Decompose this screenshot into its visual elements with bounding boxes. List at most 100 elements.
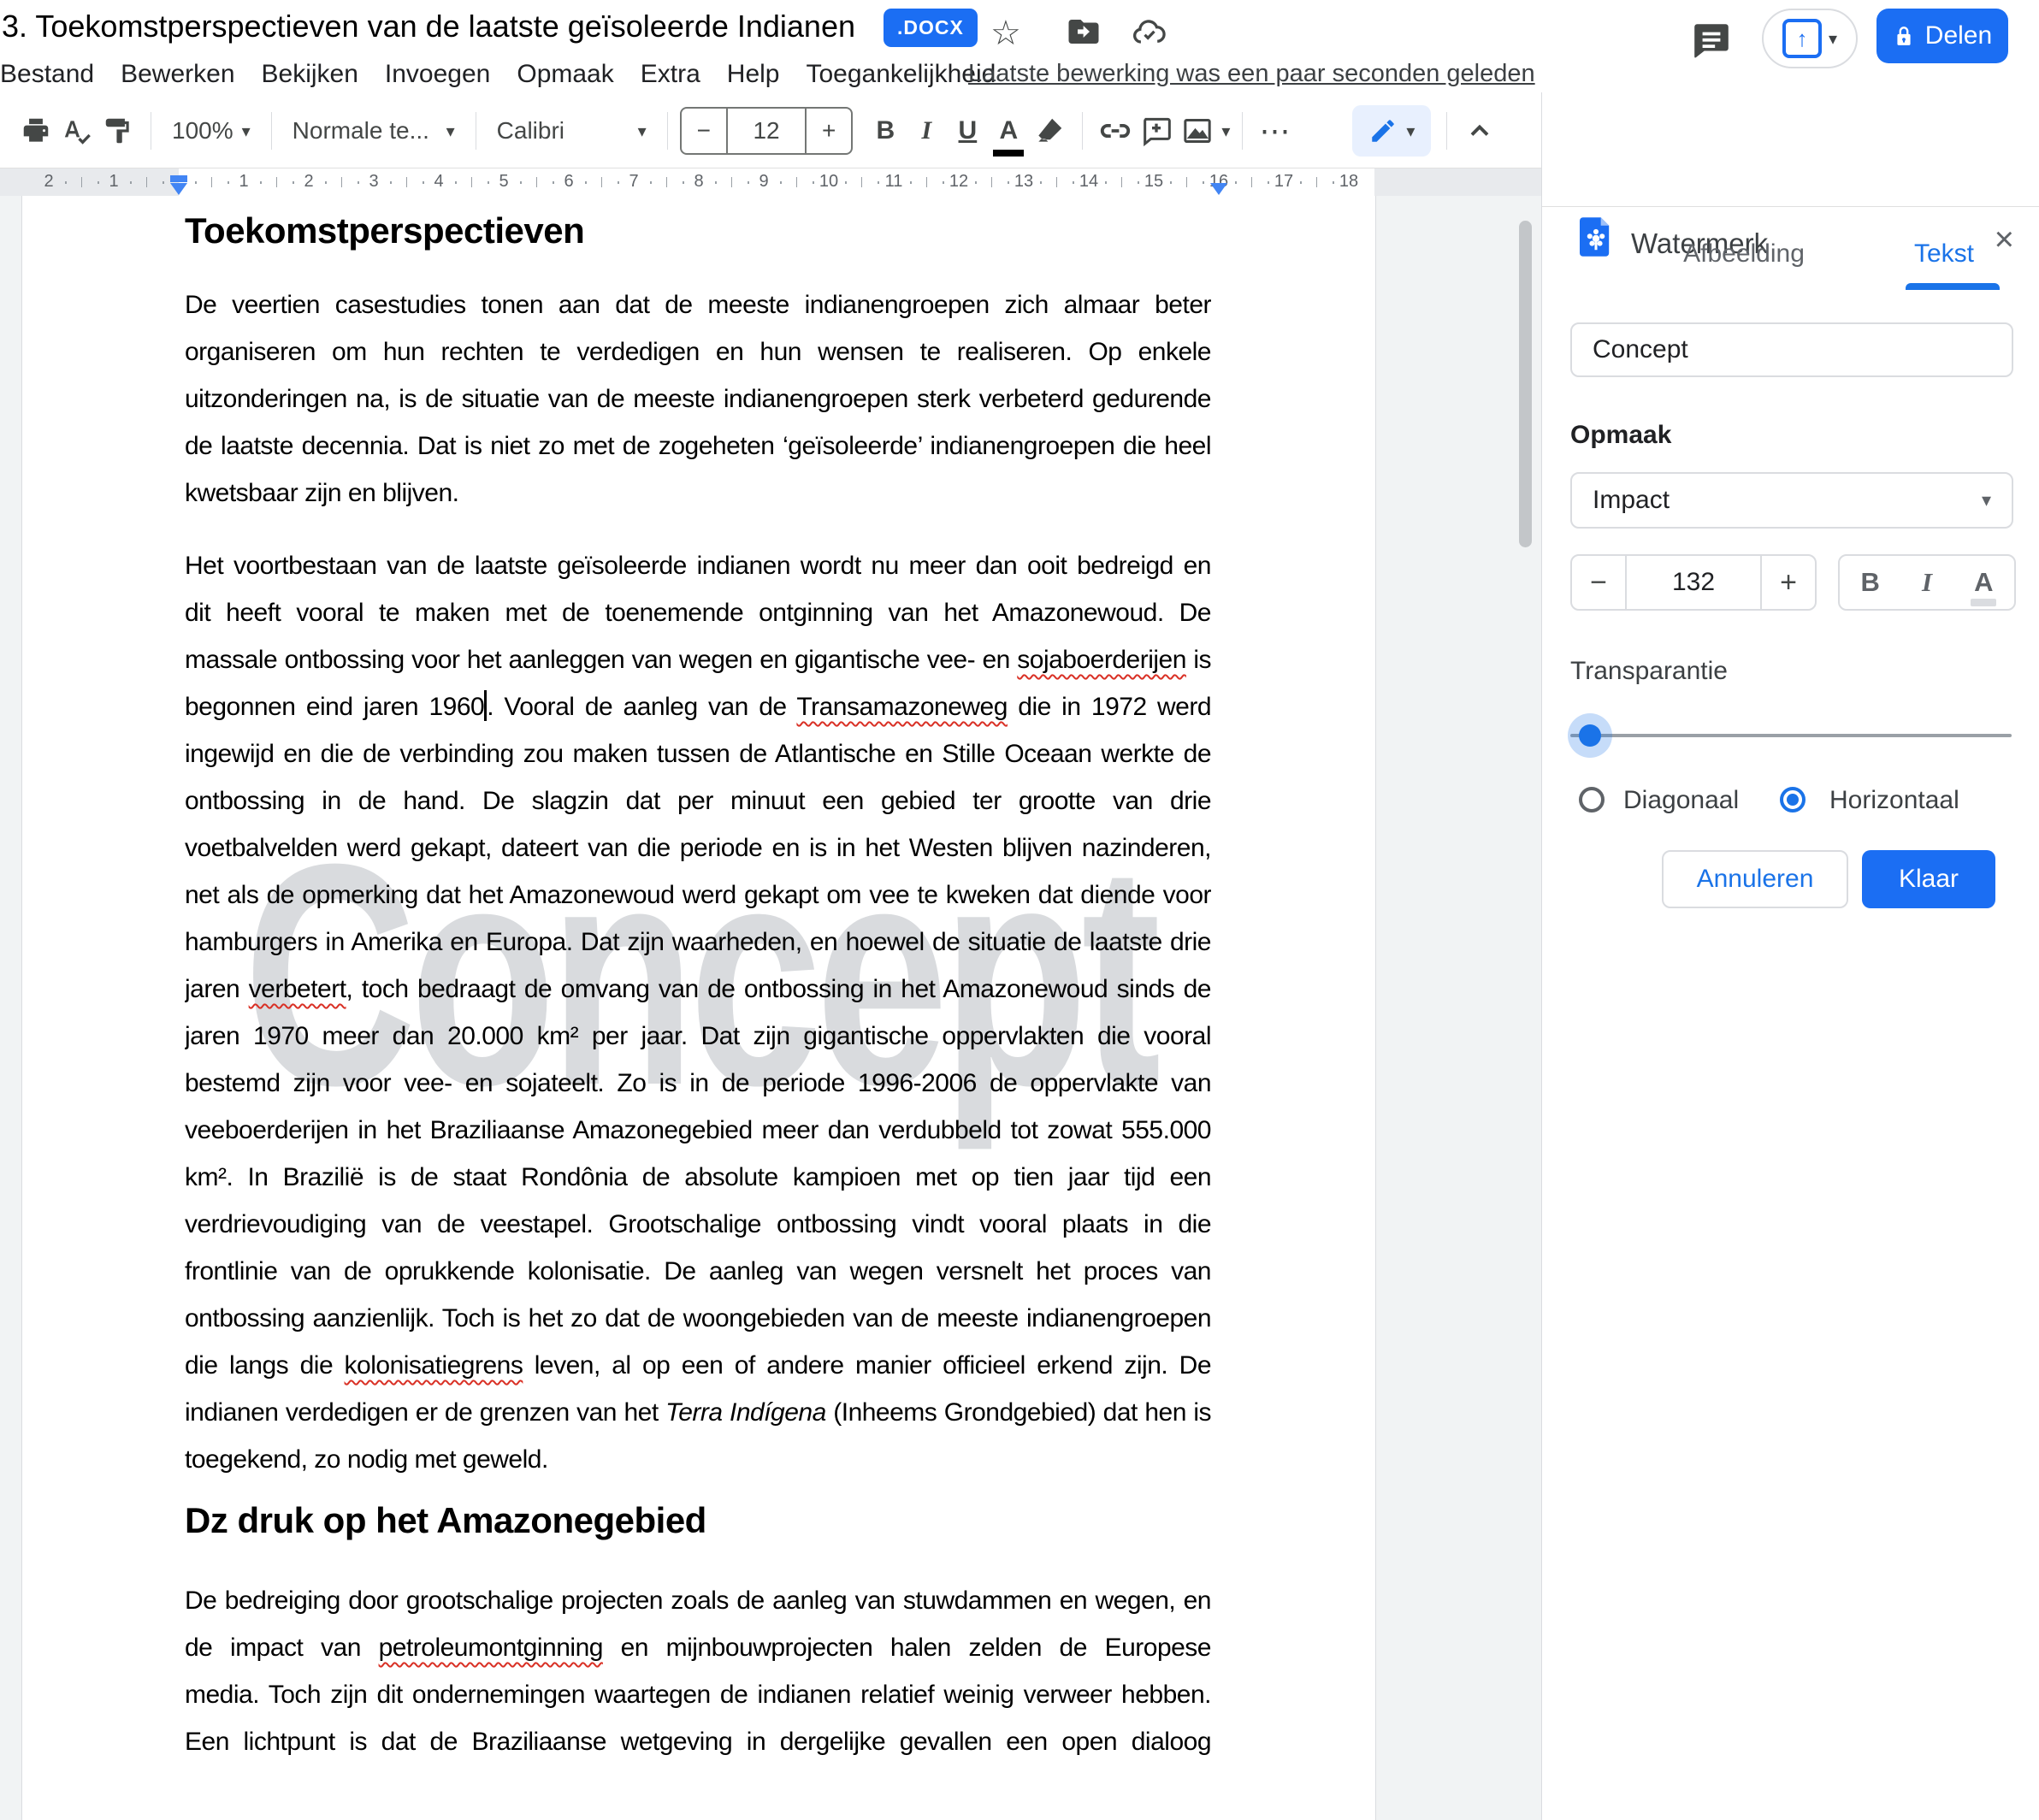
cloud-saved-icon[interactable]	[1131, 14, 1168, 51]
document-title[interactable]: 3. Toekomstperspectieven van de laatste …	[2, 9, 855, 44]
watermark-italic-button[interactable]: I	[1922, 567, 1932, 598]
document-heading-2[interactable]: Dz druk op het Amazonegebied	[185, 1500, 1211, 1541]
font-family-select[interactable]: Calibri ▾	[488, 117, 655, 145]
doc-line[interactable]: dit heeft vooral te maken met de toeneme…	[185, 589, 1211, 636]
star-icon[interactable]: ☆	[990, 14, 1028, 51]
watermark-text-input[interactable]	[1570, 322, 2013, 377]
radio-horizontaal[interactable]	[1780, 787, 1806, 812]
paragraph[interactable]: De bedreiging door grootschalige project…	[185, 1577, 1211, 1765]
doc-line[interactable]: De bedreiging door grootschalige project…	[185, 1577, 1211, 1624]
doc-line[interactable]: die langs die kolonisatiegrens leven, al…	[185, 1342, 1211, 1389]
present-button[interactable]: ↑ ▾	[1762, 9, 1858, 68]
doc-line[interactable]: de laatste decennia. Dat is niet zo met …	[185, 422, 1211, 470]
doc-line[interactable]: ontbossing in de hand. De slagzin dat pe…	[185, 777, 1211, 824]
decrease-size-button[interactable]: −	[1572, 556, 1625, 609]
doc-line[interactable]: net als de opmerking dat het Amazonewoud…	[185, 872, 1211, 919]
open-comment-history-icon[interactable]	[1690, 19, 1733, 62]
doc-line[interactable]: voetbalvelden werd gekapt, dateert van d…	[185, 824, 1211, 872]
font-size-value[interactable]: 12	[726, 109, 807, 153]
document-page[interactable]: Concept Toekomstperspectieven De veertie…	[21, 196, 1376, 1820]
paragraph[interactable]: De veertien casestudies tonen aan dat de…	[185, 281, 1211, 517]
italic-button[interactable]: I	[906, 107, 947, 155]
left-indent-marker[interactable]	[170, 183, 187, 195]
doc-line[interactable]: bestemd zijn voor vee- en sojateelt. Zo …	[185, 1060, 1211, 1107]
slider-thumb[interactable]	[1579, 724, 1601, 747]
doc-line[interactable]: Een lichtpunt is dat de Braziliaanse wet…	[185, 1718, 1211, 1765]
more-options-button[interactable]: ⋯	[1255, 107, 1296, 155]
doc-line[interactable]: uitzonderingen na, is de situatie van de…	[185, 375, 1211, 422]
transparency-slider[interactable]	[1570, 710, 2012, 761]
present-dropdown-icon[interactable]: ▾	[1829, 28, 1837, 50]
doc-line[interactable]: kwetsbaar zijn en blijven.	[185, 470, 1211, 517]
doc-line[interactable]: media. Toch zijn dit ondernemingen waart…	[185, 1671, 1211, 1718]
doc-line[interactable]: begonnen eind jaren 1960. Vooral de aanl…	[185, 683, 1211, 730]
menu-item-bestand[interactable]: Bestand	[0, 60, 94, 89]
titlebar: 3. Toekomstperspectieven van de laatste …	[0, 0, 2039, 55]
decrease-font-size-button[interactable]: −	[682, 109, 726, 153]
doc-line[interactable]: indianen verdedigen er de grenzen van he…	[185, 1389, 1211, 1436]
menu-item-invoegen[interactable]: Invoegen	[385, 60, 490, 89]
insert-link-icon[interactable]	[1095, 107, 1136, 155]
menu-item-opmaak[interactable]: Opmaak	[517, 60, 613, 89]
increase-size-button[interactable]: +	[1762, 556, 1815, 609]
paragraph-style-select[interactable]: Normale te... ▾	[284, 117, 464, 145]
editing-mode-button[interactable]: ▾	[1352, 105, 1431, 157]
doc-line[interactable]: km². In Brazilië is de staat Rondônia de…	[185, 1154, 1211, 1201]
watermark-font-select[interactable]: Impact ▾	[1570, 472, 2013, 529]
increase-font-size-button[interactable]: +	[807, 109, 851, 153]
done-button[interactable]: Klaar	[1862, 850, 1995, 908]
doc-line[interactable]: ingewijd en die de verbinding zou maken …	[185, 730, 1211, 777]
underline-button[interactable]: U	[947, 107, 988, 155]
doc-line[interactable]: Het voortbestaan van de laatste geïsolee…	[185, 542, 1211, 589]
vertical-scrollbar[interactable]	[1519, 221, 1532, 547]
menu-item-bekijken[interactable]: Bekijken	[262, 60, 358, 89]
menu-item-bewerken[interactable]: Bewerken	[121, 60, 234, 89]
watermark-text-color-button[interactable]: A	[1974, 567, 1993, 598]
slider-track[interactable]	[1570, 734, 2012, 737]
insert-image-dropdown-icon[interactable]: ▾	[1221, 121, 1230, 142]
move-folder-icon[interactable]	[1066, 14, 1103, 51]
radio-horizontaal-label[interactable]: Horizontaal	[1829, 786, 1959, 815]
doc-line[interactable]: veeboerderijen in het Braziliaanse Amazo…	[185, 1107, 1211, 1154]
doc-line[interactable]: organiseren om hun rechten te verdedigen…	[185, 328, 1211, 375]
cancel-button[interactable]: Annuleren	[1662, 850, 1848, 908]
size-value[interactable]: 132	[1625, 556, 1762, 609]
paint-format-icon[interactable]	[98, 107, 139, 155]
add-comment-icon[interactable]	[1136, 107, 1177, 155]
radio-diagonaal-label[interactable]: Diagonaal	[1623, 786, 1739, 815]
highlight-color-icon[interactable]	[1029, 107, 1070, 155]
ruler-number: 2	[304, 172, 313, 192]
right-indent-marker[interactable]	[1210, 183, 1227, 195]
doc-line[interactable]: de impact van petroleumontginning en mij…	[185, 1624, 1211, 1671]
doc-line[interactable]: hamburgers in Amerika en Europa. Dat zij…	[185, 919, 1211, 966]
ruler-tick	[1073, 181, 1074, 184]
doc-line[interactable]: massale ontbossing voor het aanleggen va…	[185, 636, 1211, 683]
print-icon[interactable]	[15, 107, 56, 155]
doc-line[interactable]: toegekend, zo nodig met geweld.	[185, 1436, 1211, 1483]
doc-line[interactable]: jaren 1970 meer dan 20.000 km² per jaar.…	[185, 1013, 1211, 1060]
document-heading-1[interactable]: Toekomstperspectieven	[185, 210, 1211, 251]
text-color-button[interactable]: A	[988, 107, 1029, 155]
doc-line[interactable]: jaren verbetert, toch bedraagt de omvang…	[185, 966, 1211, 1013]
spellcheck-icon[interactable]	[56, 107, 98, 155]
doc-line[interactable]: verdrievoudiging van de veestapel. Groot…	[185, 1201, 1211, 1248]
doc-line[interactable]: ontbossing aanzienlijk. Toch is het zo d…	[185, 1295, 1211, 1342]
ruler-tick	[1268, 181, 1269, 184]
share-button[interactable]: Delen	[1876, 9, 2008, 63]
tab-afbeelding[interactable]: Afbeelding	[1683, 239, 1805, 269]
tab-tekst[interactable]: Tekst	[1914, 239, 1974, 269]
menu-item-help[interactable]: Help	[727, 60, 780, 89]
paragraph[interactable]: Het voortbestaan van de laatste geïsolee…	[185, 542, 1211, 1483]
first-line-indent-marker[interactable]	[170, 175, 187, 182]
menu-item-extra[interactable]: Extra	[641, 60, 700, 89]
doc-line[interactable]: frontlinie van de oprukkende kolonisatie…	[185, 1248, 1211, 1295]
watermark-bold-button[interactable]: B	[1861, 567, 1880, 598]
insert-image-icon[interactable]	[1177, 107, 1218, 155]
last-edit-link[interactable]: Laatste bewerking was een paar seconden …	[968, 60, 1535, 88]
zoom-select[interactable]: 100% ▾	[163, 117, 259, 145]
collapse-toolbar-icon[interactable]	[1459, 107, 1500, 155]
radio-diagonaal[interactable]	[1579, 787, 1605, 812]
bold-button[interactable]: B	[865, 107, 906, 155]
doc-line[interactable]: De veertien casestudies tonen aan dat de…	[185, 281, 1211, 328]
ruler[interactable]: 21123456789101112131415161718	[0, 168, 1541, 197]
